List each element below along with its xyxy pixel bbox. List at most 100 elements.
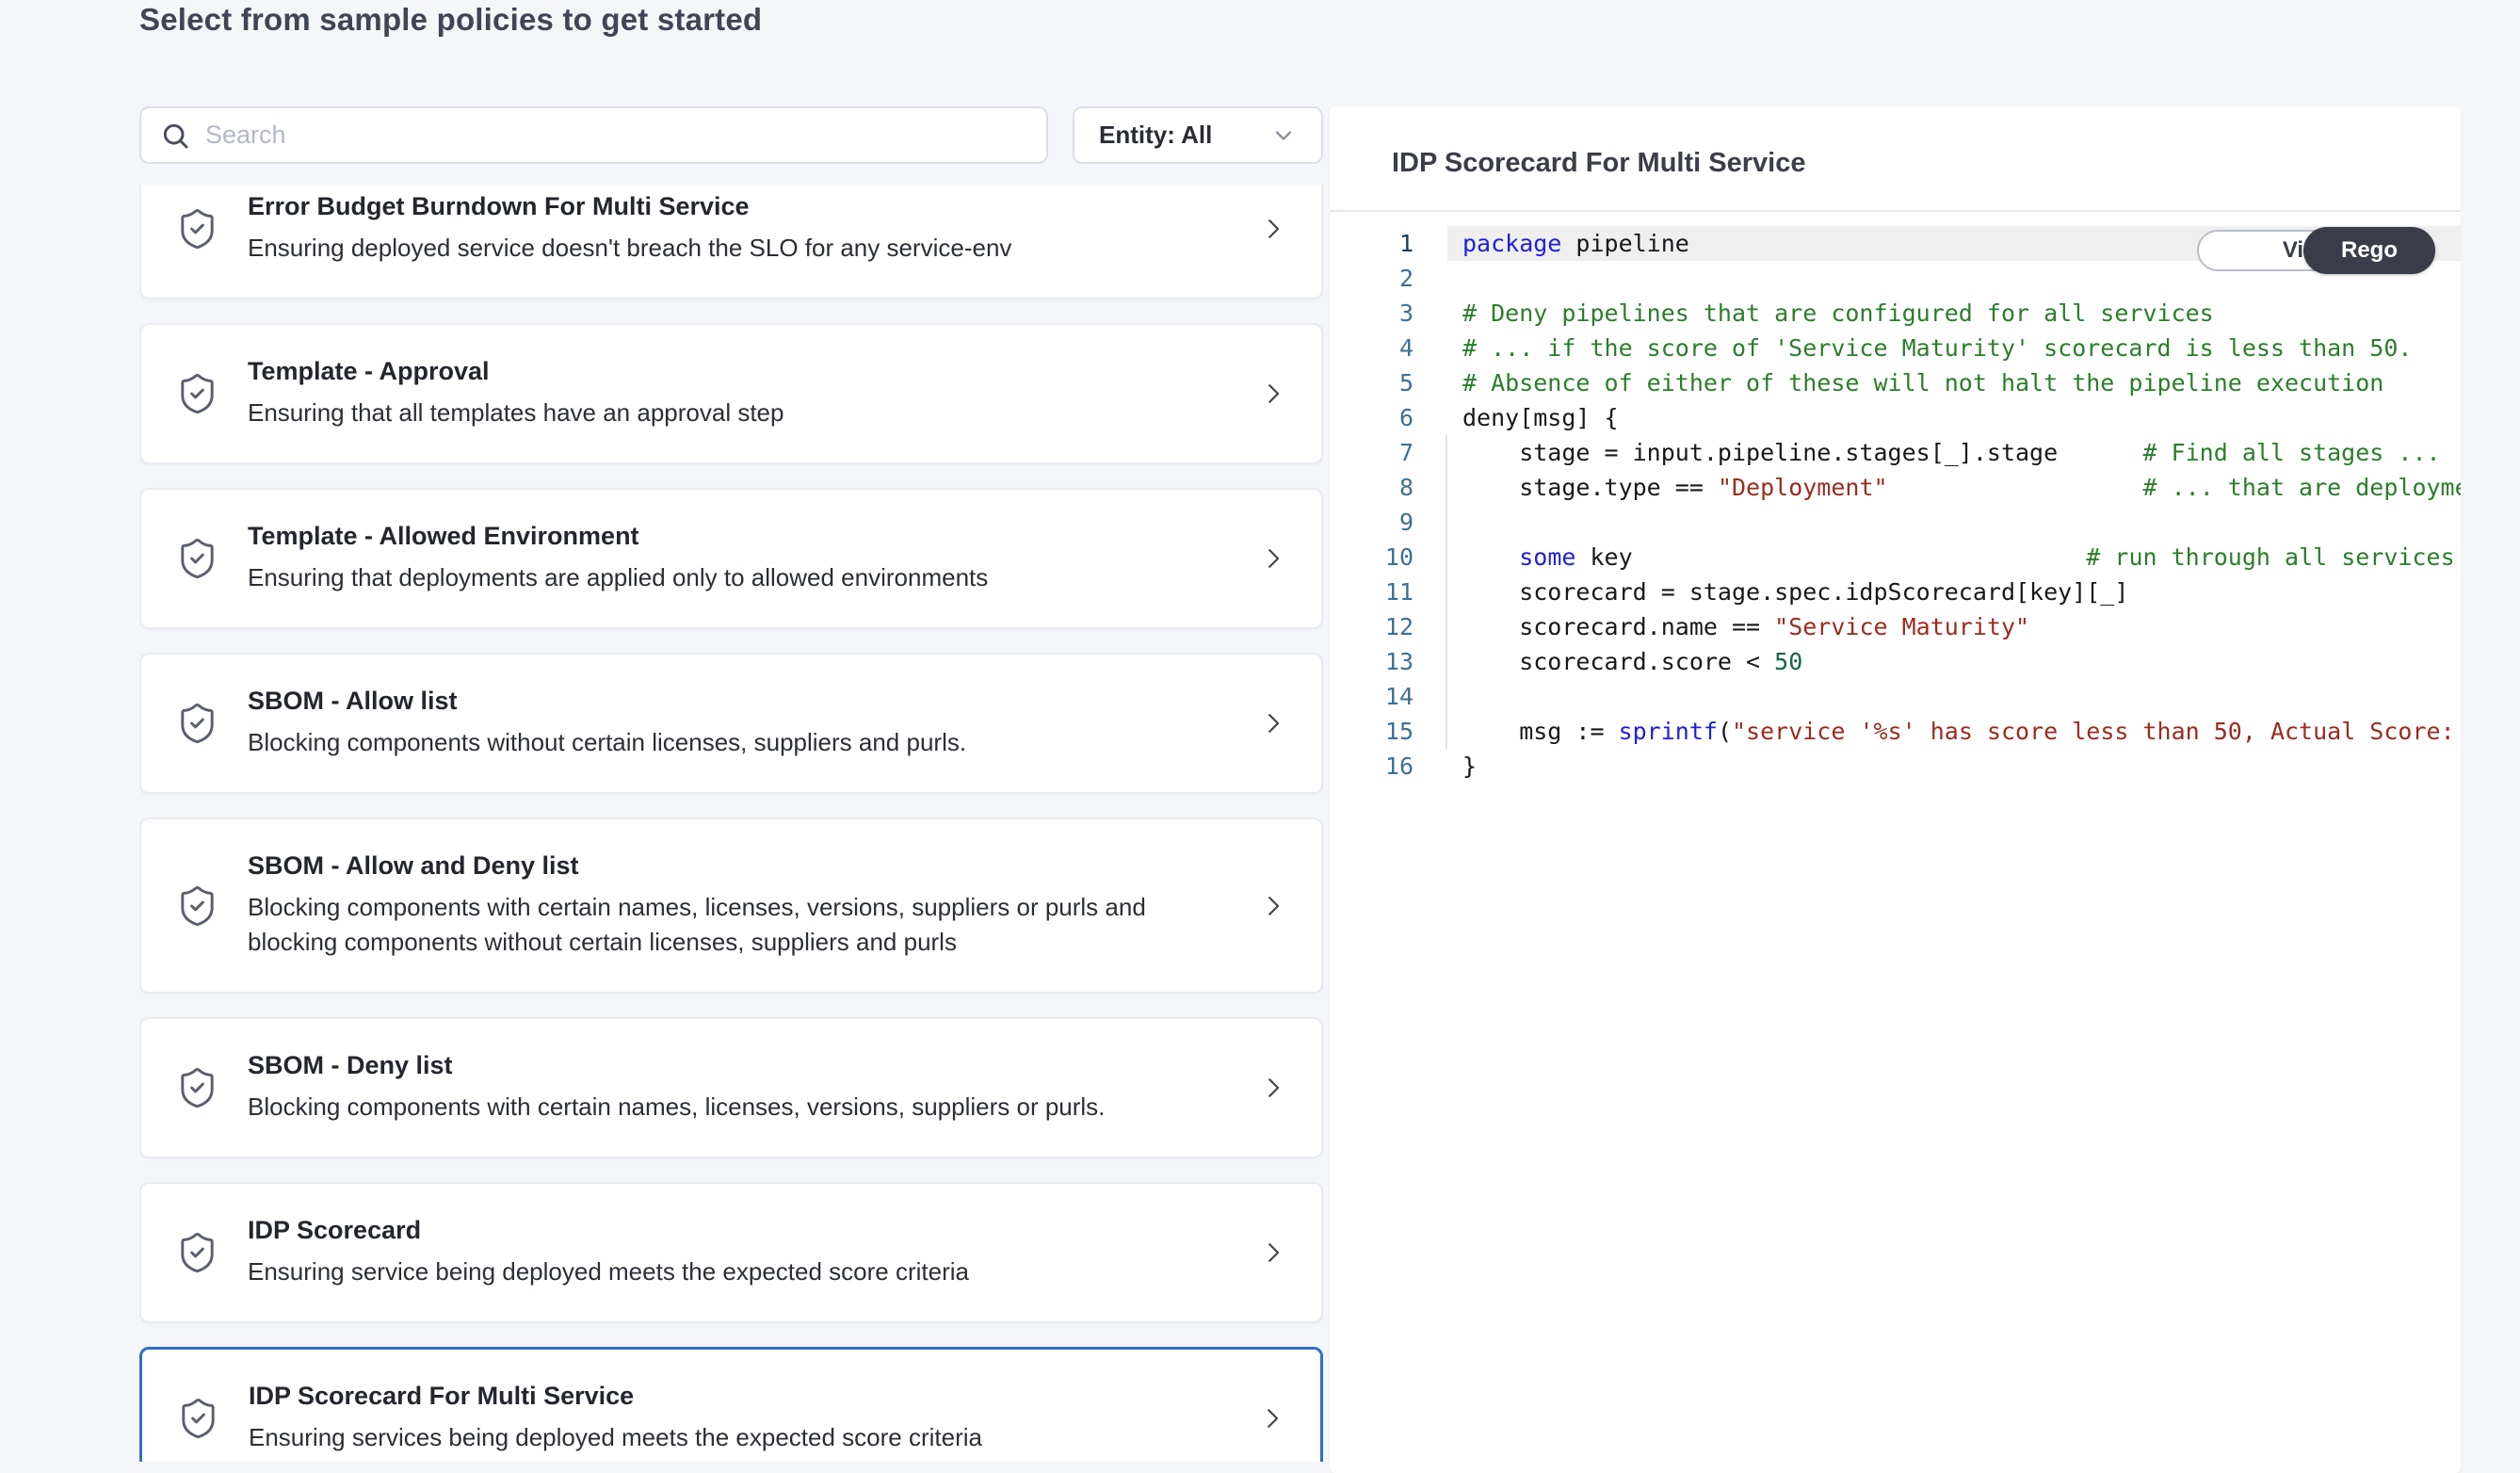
line-number: 13	[1330, 644, 1447, 679]
policy-description: Ensuring that all templates have an appr…	[248, 396, 1240, 430]
policy-card[interactable]: Template - Approval Ensuring that all te…	[139, 323, 1323, 464]
code-line: 3# Deny pipelines that are configured fo…	[1330, 296, 2461, 331]
code-line: 10 some key # run through all services	[1330, 540, 2461, 575]
shield-check-icon	[175, 882, 219, 931]
code-line: 15 msg := sprintf("service '%s' has scor…	[1330, 714, 2461, 749]
policy-title: Template - Allowed Environment	[248, 522, 1240, 550]
shield-check-icon	[175, 204, 219, 253]
code-line: 11 scorecard = stage.spec.idpScorecard[k…	[1330, 575, 2461, 609]
entity-filter-label: Entity: All	[1099, 121, 1212, 150]
entity-filter-dropdown[interactable]: Entity: All	[1073, 106, 1323, 164]
policy-card[interactable]: SBOM - Allow list Blocking components wi…	[139, 653, 1323, 794]
rego-toggle-button[interactable]: Rego	[2303, 227, 2435, 274]
line-number: 15	[1330, 714, 1447, 749]
policy-card[interactable]: IDP Scorecard Ensuring service being dep…	[139, 1182, 1323, 1323]
chevron-down-icon	[1270, 122, 1297, 149]
chevron-right-icon	[1259, 1069, 1287, 1107]
policy-texts: SBOM - Deny list Blocking components wit…	[248, 1051, 1240, 1125]
policy-title: IDP Scorecard For Multi Service	[249, 1382, 1239, 1410]
policy-title: Error Budget Burndown For Multi Service	[248, 192, 1240, 220]
code-line: 5# Absence of either of these will not h…	[1330, 365, 2461, 400]
shield-check-icon	[176, 1394, 220, 1443]
code-line: 12 scorecard.name == "Service Maturity"	[1330, 609, 2461, 644]
code-text: deny[msg] {	[1447, 400, 2461, 435]
line-number: 10	[1330, 540, 1447, 575]
policy-texts: IDP Scorecard Ensuring service being dep…	[248, 1216, 1240, 1289]
code-line: 4# ... if the score of 'Service Maturity…	[1330, 331, 2461, 365]
line-number: 1	[1330, 226, 1447, 261]
line-number: 12	[1330, 609, 1447, 644]
shield-check-icon	[175, 699, 219, 748]
search-input[interactable]	[205, 121, 1027, 150]
policy-title: SBOM - Allow and Deny list	[248, 851, 1240, 880]
code-text: stage.type == "Deployment" # ... that ar…	[1447, 470, 2461, 505]
policy-card[interactable]: SBOM - Deny list Blocking components wit…	[139, 1017, 1323, 1158]
indent-guide	[1446, 435, 1447, 749]
line-number: 14	[1330, 679, 1447, 714]
code-text	[1447, 679, 2461, 714]
shield-check-icon	[175, 1228, 219, 1277]
code-text	[1447, 505, 2461, 540]
page-title: Select from sample policies to get start…	[139, 2, 762, 38]
line-number: 7	[1330, 435, 1447, 470]
chevron-right-icon	[1259, 210, 1287, 248]
policy-list: Error Budget Burndown For Multi Service …	[139, 185, 1323, 1462]
chevron-right-icon	[1258, 1400, 1286, 1437]
line-number: 3	[1330, 296, 1447, 331]
line-number: 11	[1330, 575, 1447, 609]
policy-description: Blocking components without certain lice…	[248, 725, 1240, 760]
list-toolbar: Entity: All	[139, 106, 1323, 164]
policy-texts: SBOM - Allow list Blocking components wi…	[248, 687, 1240, 760]
code-text: scorecard.name == "Service Maturity"	[1447, 609, 2461, 644]
line-number: 4	[1330, 331, 1447, 365]
line-number: 5	[1330, 365, 1447, 400]
line-number: 8	[1330, 470, 1447, 505]
chevron-right-icon	[1259, 375, 1287, 413]
code-line: 6deny[msg] {	[1330, 400, 2461, 435]
shield-check-icon	[175, 369, 219, 418]
code-line: 9	[1330, 505, 2461, 540]
policy-texts: Error Budget Burndown For Multi Service …	[248, 192, 1240, 266]
policy-detail-panel: IDP Scorecard For Multi Service 1package…	[1330, 106, 2461, 1473]
chevron-right-icon	[1259, 704, 1287, 742]
code-line: 7 stage = input.pipeline.stages[_].stage…	[1330, 435, 2461, 470]
policy-card[interactable]: SBOM - Allow and Deny list Blocking comp…	[139, 817, 1323, 994]
policy-description: Blocking components with certain names, …	[248, 890, 1240, 960]
line-number: 16	[1330, 749, 1447, 784]
policy-texts: IDP Scorecard For Multi Service Ensuring…	[249, 1382, 1239, 1455]
policy-title: IDP Scorecard	[248, 1216, 1240, 1244]
policy-description: Ensuring services being deployed meets t…	[249, 1420, 1239, 1455]
code-line: 8 stage.type == "Deployment" # ... that …	[1330, 470, 2461, 505]
chevron-right-icon	[1259, 1234, 1287, 1271]
code-editor[interactable]: 1package pipeline23# Deny pipelines that…	[1330, 212, 2461, 784]
code-text: msg := sprintf("service '%s' has score l…	[1447, 714, 2461, 749]
code-text: # Deny pipelines that are configured for…	[1447, 296, 2461, 331]
search-icon	[160, 121, 190, 151]
policy-texts: SBOM - Allow and Deny list Blocking comp…	[248, 851, 1240, 960]
policy-texts: Template - Allowed Environment Ensuring …	[248, 522, 1240, 595]
line-number: 2	[1330, 261, 1447, 296]
code-text: # ... if the score of 'Service Maturity'…	[1447, 331, 2461, 365]
search-box[interactable]	[139, 106, 1048, 164]
policy-card[interactable]: IDP Scorecard For Multi Service Ensuring…	[139, 1347, 1323, 1462]
policy-card[interactable]: Error Budget Burndown For Multi Service …	[139, 185, 1323, 299]
visual-rego-toggle: Visual Rego	[2197, 230, 2434, 271]
shield-check-icon	[175, 534, 219, 583]
code-line: 13 scorecard.score < 50	[1330, 644, 2461, 679]
policy-description: Ensuring deployed service doesn't breach…	[248, 231, 1240, 266]
policy-title: Template - Approval	[248, 357, 1240, 385]
code-text: stage = input.pipeline.stages[_].stage #…	[1447, 435, 2461, 470]
chevron-right-icon	[1259, 887, 1287, 925]
code-text: scorecard.score < 50	[1447, 644, 2461, 679]
policy-description: Blocking components with certain names, …	[248, 1090, 1240, 1125]
policy-title: SBOM - Allow list	[248, 687, 1240, 715]
code-line: 16}	[1330, 749, 2461, 784]
detail-title: IDP Scorecard For Multi Service	[1392, 148, 2461, 179]
shield-check-icon	[175, 1063, 219, 1112]
policy-texts: Template - Approval Ensuring that all te…	[248, 357, 1240, 430]
line-number: 6	[1330, 400, 1447, 435]
code-text: some key # run through all services	[1447, 540, 2461, 575]
detail-header: IDP Scorecard For Multi Service	[1330, 106, 2461, 212]
policy-card[interactable]: Template - Allowed Environment Ensuring …	[139, 488, 1323, 629]
policy-description: Ensuring service being deployed meets th…	[248, 1254, 1240, 1289]
